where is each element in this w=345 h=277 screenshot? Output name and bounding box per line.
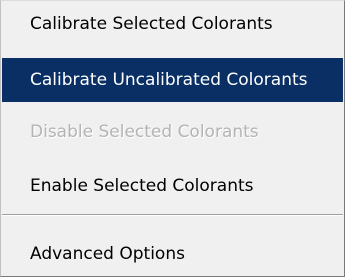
menu-item-disable-selected-colorants: Disable Selected Colorants	[2, 110, 343, 154]
menu-item-label: Disable Selected Colorants	[30, 122, 259, 142]
menu-item-enable-selected-colorants[interactable]: Enable Selected Colorants	[2, 164, 343, 208]
menu-item-label: Enable Selected Colorants	[30, 176, 254, 196]
menu-item-calibrate-uncalibrated-colorants[interactable]: Calibrate Uncalibrated Colorants	[2, 58, 343, 102]
menu-separator	[2, 214, 343, 216]
menu-item-label: Advanced Options	[30, 244, 185, 264]
menu-item-label: Calibrate Selected Colorants	[30, 14, 273, 34]
menu-item-calibrate-selected-colorants[interactable]: Calibrate Selected Colorants	[2, 2, 343, 46]
context-menu: Calibrate Selected Colorants Calibrate U…	[0, 0, 345, 277]
menu-item-label: Calibrate Uncalibrated Colorants	[30, 70, 308, 90]
menu-item-advanced-options[interactable]: Advanced Options	[2, 232, 343, 276]
